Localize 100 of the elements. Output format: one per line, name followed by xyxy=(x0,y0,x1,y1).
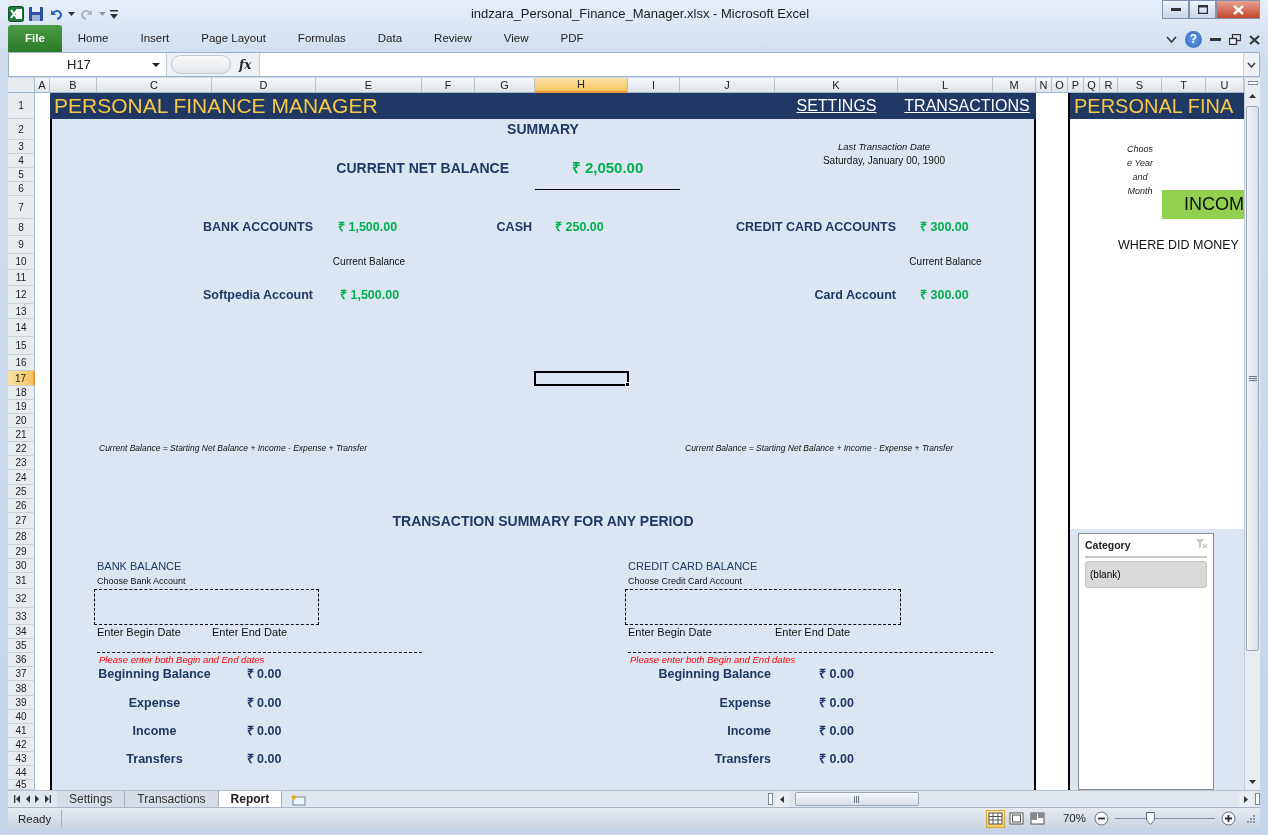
name-box[interactable]: H17 xyxy=(9,53,167,76)
row-header[interactable]: 10 xyxy=(8,254,35,270)
column-header[interactable]: G xyxy=(475,78,535,93)
row-header[interactable]: 18 xyxy=(8,386,35,400)
normal-view-button[interactable] xyxy=(985,809,1005,828)
row-header[interactable]: 8 xyxy=(8,219,35,236)
row-header[interactable]: 17 xyxy=(8,371,35,386)
row-header[interactable]: 3 xyxy=(8,140,35,154)
dropdown-caret-icon[interactable] xyxy=(68,12,75,16)
row-header[interactable]: 11 xyxy=(8,270,35,286)
column-header[interactable]: E xyxy=(316,78,422,93)
column-header[interactable]: A xyxy=(35,78,50,93)
account-picker-field[interactable] xyxy=(625,589,901,625)
row-header[interactable]: 14 xyxy=(8,319,35,337)
account-picker-field[interactable] xyxy=(94,589,319,625)
last-sheet-icon[interactable] xyxy=(45,795,51,803)
row-header[interactable]: 37 xyxy=(8,667,35,681)
column-header[interactable]: K xyxy=(775,78,898,93)
row-header[interactable]: 2 xyxy=(8,119,35,140)
minimize-button[interactable] xyxy=(1162,0,1189,19)
row-header[interactable]: 21 xyxy=(8,428,35,442)
column-header[interactable]: M xyxy=(993,78,1036,93)
column-header[interactable]: N xyxy=(1036,78,1052,93)
close-button[interactable] xyxy=(1216,0,1260,19)
column-header[interactable]: J xyxy=(680,78,775,93)
ribbon-tab[interactable]: Data xyxy=(361,29,419,52)
page-break-view-button[interactable] xyxy=(1027,809,1047,828)
column-header[interactable]: Q xyxy=(1084,78,1100,93)
column-header[interactable]: I xyxy=(628,78,680,93)
minimize-icon[interactable] xyxy=(1210,37,1221,42)
row-header[interactable]: 30 xyxy=(8,559,35,573)
ribbon-tab[interactable]: View xyxy=(487,29,545,52)
first-sheet-icon[interactable] xyxy=(14,795,20,803)
sheet-tab[interactable]: Transactions xyxy=(125,791,219,807)
scroll-right-button[interactable] xyxy=(1239,791,1253,807)
row-header[interactable]: 33 xyxy=(8,608,35,625)
row-header[interactable]: 41 xyxy=(8,724,35,738)
row-header[interactable]: 26 xyxy=(8,499,35,513)
row-header[interactable]: 20 xyxy=(8,414,35,428)
formula-bar-handle[interactable] xyxy=(171,55,231,74)
column-header[interactable]: T xyxy=(1162,78,1206,93)
split-handle[interactable] xyxy=(768,793,773,805)
scroll-left-button[interactable] xyxy=(775,791,789,807)
insert-function-button[interactable]: fx xyxy=(239,55,252,74)
row-header[interactable]: 38 xyxy=(8,681,35,696)
settings-link[interactable]: SETTINGS xyxy=(796,96,877,116)
row-header[interactable]: 19 xyxy=(8,400,35,414)
zoom-slider[interactable] xyxy=(1115,811,1215,826)
split-handle[interactable] xyxy=(1245,78,1260,88)
ribbon-tab[interactable]: File xyxy=(8,24,62,52)
row-header[interactable]: 29 xyxy=(8,545,35,559)
spreadsheet-app-icon[interactable] xyxy=(8,6,24,22)
row-header[interactable]: 39 xyxy=(8,696,35,710)
row-header[interactable]: 27 xyxy=(8,513,35,529)
row-header[interactable]: 22 xyxy=(8,442,35,456)
column-header[interactable]: C xyxy=(97,78,212,93)
customize-toolbar-icon[interactable] xyxy=(110,9,118,19)
column-header[interactable]: D xyxy=(212,78,316,93)
ribbon-tab[interactable]: Insert xyxy=(124,29,186,52)
column-header[interactable]: H xyxy=(535,78,628,93)
row-header[interactable]: 16 xyxy=(8,355,35,371)
active-cell[interactable] xyxy=(534,371,629,386)
row-header[interactable]: 7 xyxy=(8,196,35,219)
row-header[interactable]: 31 xyxy=(8,573,35,589)
row-header[interactable]: 35 xyxy=(8,639,35,653)
column-header[interactable]: B xyxy=(50,78,97,93)
scroll-thumb[interactable] xyxy=(795,792,919,806)
row-header[interactable]: 13 xyxy=(8,304,35,319)
ribbon-tab[interactable]: Page Layout xyxy=(185,29,282,52)
transactions-link[interactable]: TRANSACTIONS xyxy=(904,96,1030,116)
row-header[interactable]: 5 xyxy=(8,168,35,182)
row-header[interactable]: 42 xyxy=(8,738,35,752)
save-icon[interactable] xyxy=(28,6,44,22)
ribbon-tab[interactable]: Formulas xyxy=(281,29,362,52)
row-header[interactable]: 9 xyxy=(8,236,35,254)
row-header[interactable]: 6 xyxy=(8,182,35,196)
restore-icon[interactable] xyxy=(1229,34,1241,45)
row-header[interactable]: 43 xyxy=(8,752,35,766)
collapse-ribbon-icon[interactable] xyxy=(1166,36,1177,43)
row-header[interactable]: 44 xyxy=(8,766,35,780)
column-header[interactable]: S xyxy=(1118,78,1162,93)
sheet-tab[interactable]: Report xyxy=(218,791,283,807)
page-layout-view-button[interactable] xyxy=(1006,809,1026,828)
ribbon-tab[interactable]: Review xyxy=(418,29,488,52)
row-header[interactable]: 23 xyxy=(8,456,35,470)
resize-grip-icon[interactable] xyxy=(1246,813,1256,824)
formula-input-field[interactable] xyxy=(259,53,1243,76)
row-header[interactable]: 40 xyxy=(8,710,35,724)
row-header[interactable]: 15 xyxy=(8,337,35,355)
slicer-item[interactable]: (blank) xyxy=(1085,560,1207,588)
ribbon-tab[interactable]: PDF xyxy=(544,29,600,52)
zoom-in-icon[interactable] xyxy=(1221,811,1236,826)
column-header[interactable]: F xyxy=(422,78,475,93)
income-button[interactable]: INCOM xyxy=(1162,190,1244,219)
row-header[interactable]: 1 xyxy=(8,93,35,119)
close-icon[interactable] xyxy=(1249,34,1260,45)
expand-formula-bar-button[interactable] xyxy=(1243,53,1259,76)
next-sheet-icon[interactable] xyxy=(35,795,40,803)
zoom-out-icon[interactable] xyxy=(1094,811,1109,826)
column-header[interactable]: L xyxy=(898,78,993,93)
